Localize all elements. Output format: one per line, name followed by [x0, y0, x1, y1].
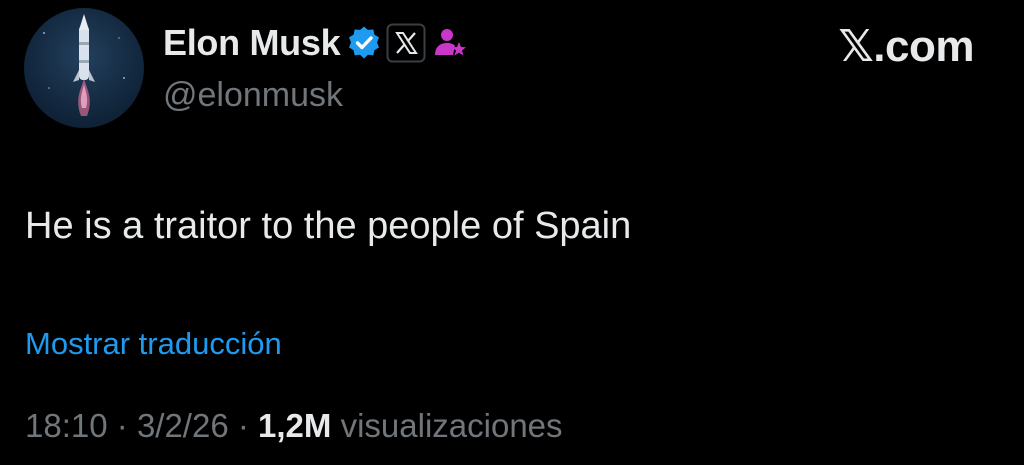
author-handle[interactable]: @elonmusk — [163, 74, 343, 116]
brand-watermark: 𝕏.com — [838, 22, 974, 71]
tweet-date[interactable]: 3/2/26 — [137, 407, 229, 444]
author-name-row: Elon Musk — [163, 20, 468, 66]
meta-separator: · — [116, 407, 128, 444]
verified-badge-icon[interactable] — [346, 25, 382, 61]
views-label: visualizaciones — [340, 407, 563, 444]
tweet-time[interactable]: 18:10 — [25, 407, 108, 444]
meta-separator: · — [237, 407, 249, 444]
rocket-launch-image — [43, 14, 125, 116]
subscriber-icon[interactable] — [432, 25, 468, 61]
author-display-name[interactable]: Elon Musk — [163, 20, 341, 66]
tweet-meta: 18:10 · 3/2/26 · 1,2M visualizaciones — [25, 404, 563, 448]
views-count[interactable]: 1,2M — [258, 407, 331, 444]
show-translation-link[interactable]: Mostrar traducción — [25, 324, 282, 364]
tweet-text: He is a traitor to the people of Spain — [25, 205, 632, 247]
x-logo-icon[interactable] — [386, 23, 426, 63]
avatar[interactable] — [24, 8, 144, 128]
